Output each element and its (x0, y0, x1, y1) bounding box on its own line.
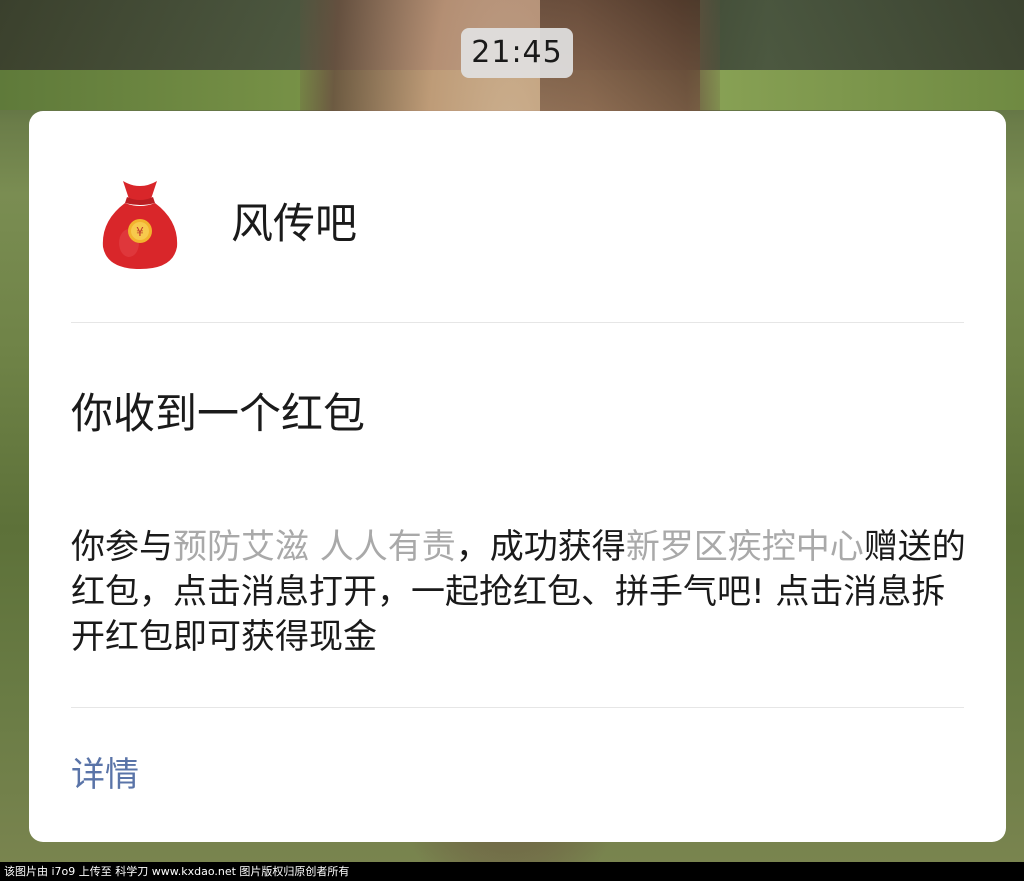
body-prefix: 你参与 (71, 527, 173, 567)
campaign-name: 预防艾滋 人人有责 (173, 527, 456, 567)
message-title: 你收到一个红包 (71, 389, 366, 438)
header-divider (71, 322, 964, 323)
svg-text:¥: ¥ (136, 225, 144, 239)
footer-divider (71, 707, 964, 708)
details-link[interactable]: 详情 (71, 752, 139, 798)
red-money-bag-icon: ¥ (102, 181, 178, 269)
chat-screen: 21:45 ¥ 风传吧 你收到一个红包 你参与预防艾滋 人人有责，成功获得新罗区… (0, 0, 1024, 881)
watermark-bar: 该图片由 i7o9 上传至 科学刀 www.kxdao.net 图片版权归原创者… (0, 862, 1024, 881)
card-header: ¥ 风传吧 (29, 111, 1006, 322)
red-packet-message-card[interactable]: ¥ 风传吧 你收到一个红包 你参与预防艾滋 人人有责，成功获得新罗区疾控中心赠送… (29, 111, 1006, 842)
app-name: 风传吧 (231, 199, 358, 248)
message-body: 你参与预防艾滋 人人有责，成功获得新罗区疾控中心赠送的红包，点击消息打开，一起抢… (71, 525, 971, 660)
message-timestamp: 21:45 (461, 28, 573, 78)
body-mid: ，成功获得 (455, 527, 626, 567)
sender-name: 新罗区疾控中心 (625, 527, 864, 567)
